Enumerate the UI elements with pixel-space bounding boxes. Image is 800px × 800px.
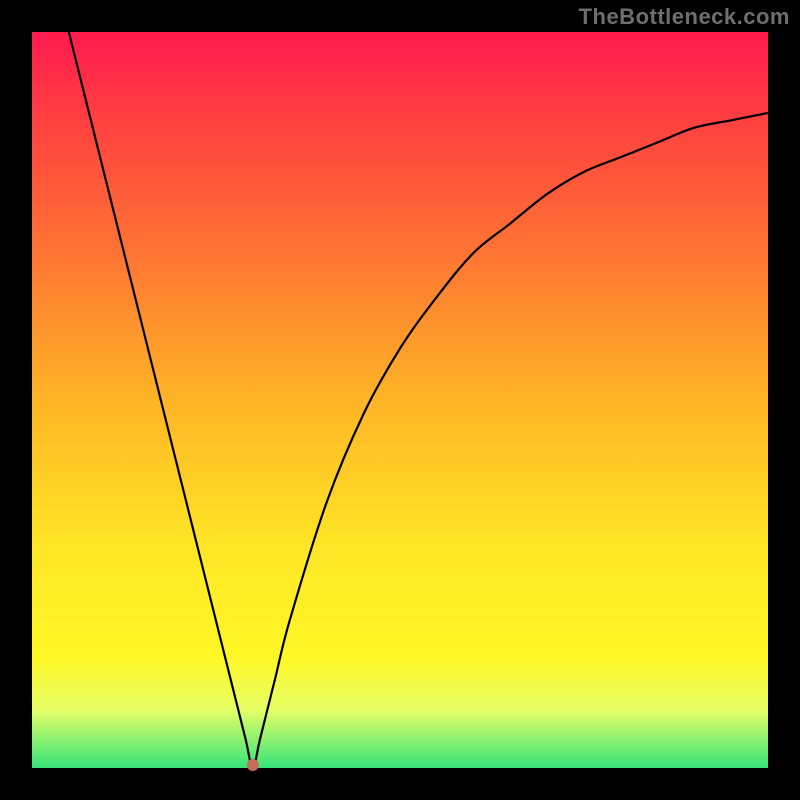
chart-container: TheBottleneck.com [0,0,800,800]
bottleneck-point-dot [247,759,259,771]
plot-area [32,32,768,768]
watermark-text: TheBottleneck.com [579,4,790,30]
bottleneck-curve-svg [32,32,768,768]
bottleneck-curve [69,32,768,768]
